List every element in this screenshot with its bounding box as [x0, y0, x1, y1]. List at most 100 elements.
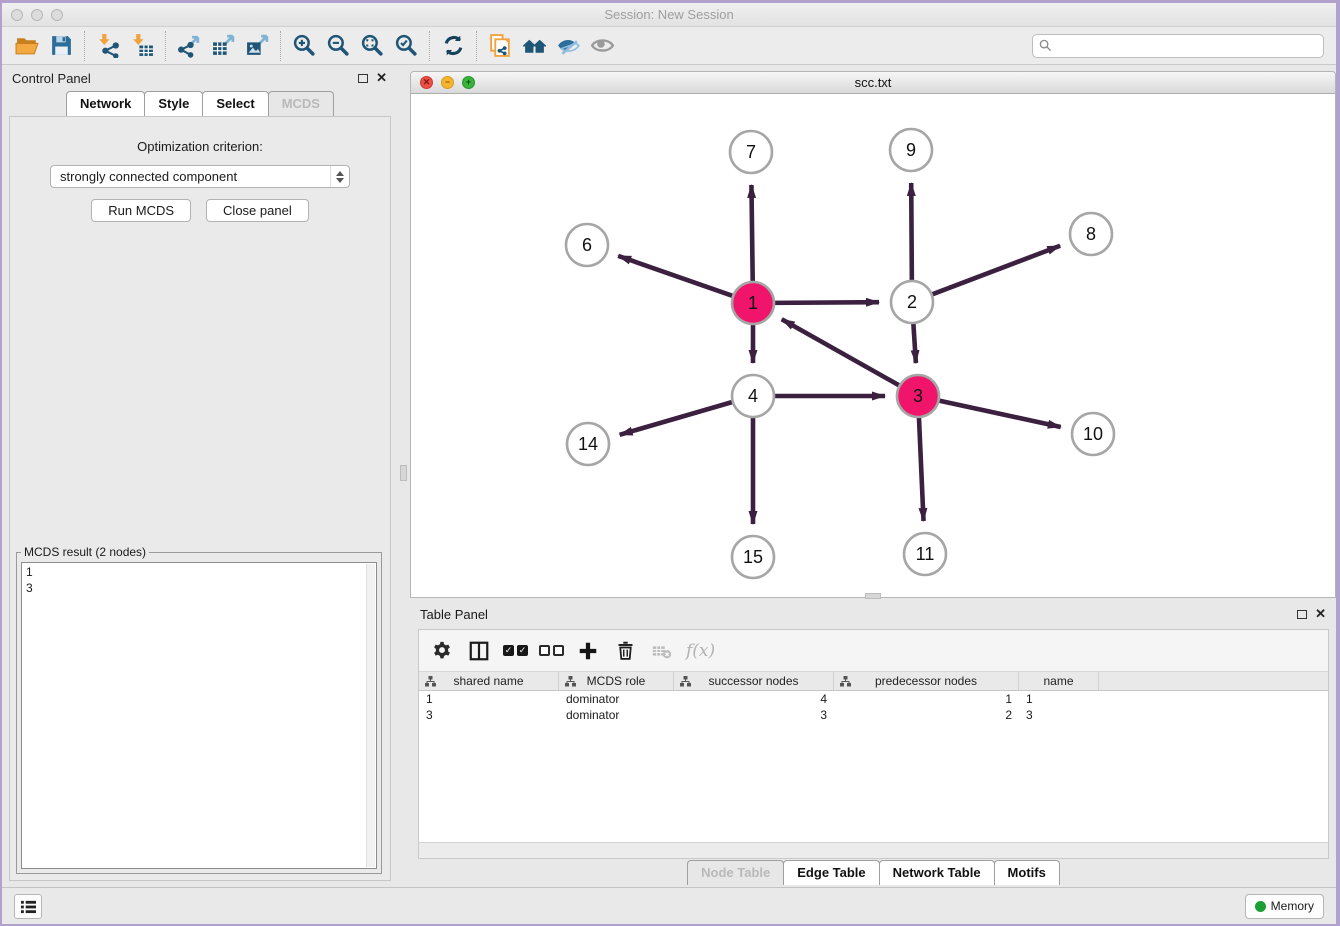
- gear-icon[interactable]: [429, 638, 455, 664]
- column-header-mcds-role[interactable]: MCDS role: [559, 672, 674, 690]
- table-header-row: shared nameMCDS rolesuccessor nodesprede…: [419, 672, 1328, 691]
- result-scrollbar[interactable]: [366, 564, 375, 867]
- tab-mcds[interactable]: MCDS: [268, 91, 334, 116]
- import-network-icon[interactable]: [91, 31, 125, 61]
- svg-text:11: 11: [916, 544, 935, 564]
- zoom-selected-icon[interactable]: [389, 31, 423, 61]
- network-canvas[interactable]: 7 9 6 8 1 2 4 3 14 10 15 11: [411, 94, 1335, 597]
- graph-node-10[interactable]: 10: [1072, 413, 1114, 455]
- edge-1-6[interactable]: [618, 256, 733, 296]
- search-icon: [1039, 39, 1052, 52]
- cell-predecessor-nodes[interactable]: 1: [834, 691, 1019, 707]
- export-table-icon[interactable]: [206, 31, 240, 61]
- float-panel-icon[interactable]: [358, 74, 368, 83]
- add-column-icon[interactable]: [575, 638, 601, 664]
- close-panel-icon[interactable]: ✕: [376, 73, 387, 83]
- cell-successor-nodes[interactable]: 4: [674, 691, 834, 707]
- edge-2-3[interactable]: [913, 323, 916, 363]
- toolbar-separator: [476, 31, 477, 61]
- cell-name[interactable]: 1: [1019, 691, 1099, 707]
- home-icon[interactable]: [517, 31, 551, 61]
- task-history-button[interactable]: [14, 894, 42, 919]
- search-box[interactable]: [1032, 34, 1324, 58]
- edge-4-14[interactable]: [620, 402, 733, 435]
- horizontal-splitter-grip[interactable]: [865, 593, 881, 599]
- cell-mcds-role[interactable]: dominator: [559, 707, 674, 723]
- tab-network[interactable]: Network: [66, 91, 145, 116]
- zoom-fit-icon[interactable]: [355, 31, 389, 61]
- control-panel-tabs: NetworkStyleSelectMCDS: [2, 91, 397, 116]
- memory-button[interactable]: Memory: [1245, 894, 1324, 919]
- graph-node-9[interactable]: 9: [890, 129, 932, 171]
- graph-node-3[interactable]: 3: [897, 375, 939, 417]
- graph-node-8[interactable]: 8: [1070, 213, 1112, 255]
- save-session-icon[interactable]: [44, 31, 78, 61]
- table-tab-node-table[interactable]: Node Table: [687, 860, 784, 885]
- delete-column-icon[interactable]: [612, 638, 638, 664]
- column-type-icon: [680, 676, 691, 687]
- network-graph[interactable]: 7 9 6 8 1 2 4 3 14 10 15 11: [411, 94, 1335, 597]
- select-all-icon[interactable]: ✓✓: [503, 645, 528, 656]
- export-image-icon[interactable]: [240, 31, 274, 61]
- cell-mcds-role[interactable]: dominator: [559, 691, 674, 707]
- cell-predecessor-nodes[interactable]: 2: [834, 707, 1019, 723]
- graph-node-7[interactable]: 7: [730, 131, 772, 173]
- column-header-name[interactable]: name: [1019, 672, 1099, 690]
- table-tab-network-table[interactable]: Network Table: [879, 860, 995, 885]
- split-columns-icon[interactable]: [466, 638, 492, 664]
- tab-select[interactable]: Select: [202, 91, 268, 116]
- graph-node-14[interactable]: 14: [567, 423, 609, 465]
- mcds-result-legend: MCDS result (2 nodes): [21, 545, 149, 559]
- edge-3-11[interactable]: [919, 417, 924, 521]
- close-table-panel-icon[interactable]: ✕: [1315, 609, 1326, 619]
- graph-node-2[interactable]: 2: [891, 281, 933, 323]
- svg-text:15: 15: [743, 547, 763, 567]
- edge-2-8[interactable]: [932, 246, 1061, 295]
- control-panel: Control Panel ✕ NetworkStyleSelectMCDS O…: [2, 65, 397, 887]
- table-row[interactable]: 3dominator323: [419, 707, 1328, 723]
- criterion-dropdown[interactable]: strongly connected component: [50, 165, 350, 188]
- open-session-icon[interactable]: [10, 31, 44, 61]
- table-tab-motifs[interactable]: Motifs: [994, 860, 1060, 885]
- graph-node-6[interactable]: 6: [566, 224, 608, 266]
- cell-shared-name[interactable]: 1: [419, 691, 559, 707]
- duplicate-network-icon[interactable]: [483, 31, 517, 61]
- vertical-splitter[interactable]: [397, 65, 410, 887]
- refresh-icon[interactable]: [436, 31, 470, 61]
- mcds-result-text[interactable]: 1 3: [21, 562, 377, 869]
- zoom-out-icon[interactable]: [321, 31, 355, 61]
- float-table-panel-icon[interactable]: [1297, 610, 1307, 619]
- tab-style[interactable]: Style: [144, 91, 203, 116]
- edge-1-2[interactable]: [774, 302, 879, 303]
- table-tab-edge-table[interactable]: Edge Table: [783, 860, 879, 885]
- edge-3-1[interactable]: [782, 319, 900, 385]
- eye-icon[interactable]: [585, 31, 619, 61]
- table-panel: Table Panel ✕ ✓: [410, 603, 1336, 887]
- run-mcds-button[interactable]: Run MCDS: [91, 199, 191, 222]
- graph-node-11[interactable]: 11: [904, 533, 946, 575]
- zoom-in-icon[interactable]: [287, 31, 321, 61]
- table-rows[interactable]: 1dominator4113dominator323: [419, 691, 1328, 842]
- cell-shared-name[interactable]: 3: [419, 707, 559, 723]
- edge-2-9[interactable]: [911, 183, 912, 281]
- cell-successor-nodes[interactable]: 3: [674, 707, 834, 723]
- network-window-titlebar[interactable]: ✕ − + scc.txt: [411, 72, 1335, 94]
- column-header-predecessor-nodes[interactable]: predecessor nodes: [834, 672, 1019, 690]
- column-header-successor-nodes[interactable]: successor nodes: [674, 672, 834, 690]
- graph-node-15[interactable]: 15: [732, 536, 774, 578]
- hide-panel-icon[interactable]: [551, 31, 585, 61]
- close-panel-button[interactable]: Close panel: [206, 199, 309, 222]
- column-header-shared-name[interactable]: shared name: [419, 672, 559, 690]
- deselect-all-icon[interactable]: [539, 645, 564, 656]
- splitter-grip[interactable]: [400, 465, 407, 481]
- memory-label: Memory: [1271, 899, 1314, 913]
- search-input[interactable]: [1056, 39, 1317, 53]
- edge-1-7[interactable]: [751, 185, 752, 282]
- graph-node-4[interactable]: 4: [732, 375, 774, 417]
- import-table-icon[interactable]: [125, 31, 159, 61]
- export-network-icon[interactable]: [172, 31, 206, 61]
- edge-3-10[interactable]: [939, 400, 1061, 427]
- table-row[interactable]: 1dominator411: [419, 691, 1328, 707]
- graph-node-1[interactable]: 1: [732, 282, 774, 324]
- cell-name[interactable]: 3: [1019, 707, 1099, 723]
